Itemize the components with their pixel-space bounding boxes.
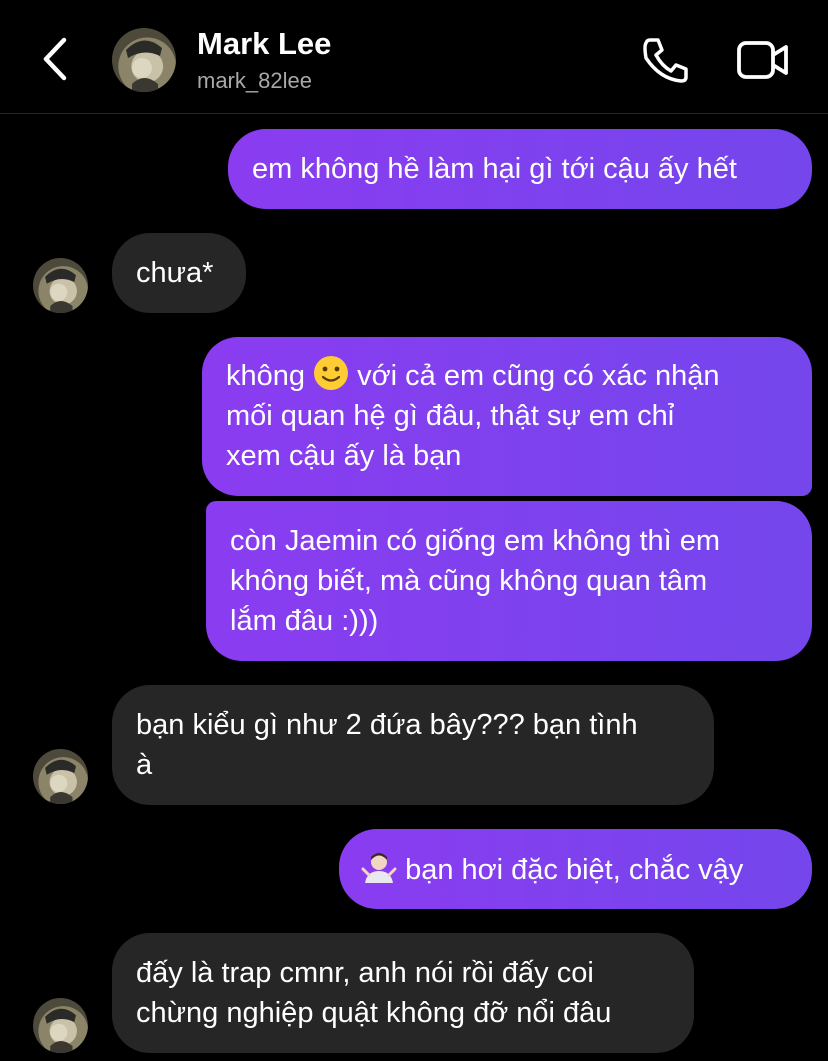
message-text: em không hề làm hại gì tới cậu ấy hết: [252, 153, 737, 185]
slightly-smiling-face-emoji: [314, 356, 349, 390]
contact-username: mark_82lee: [197, 68, 312, 93]
message-text: bạn hơi đặc biệt, chắc vậy: [405, 854, 744, 886]
avatar[interactable]: [112, 28, 176, 92]
video-camera-icon[interactable]: [736, 38, 790, 82]
outgoing-message[interactable]: không với cả em cũng có xác nhận mối qua…: [202, 337, 812, 496]
chat-header: Mark Lee mark_82lee: [0, 0, 828, 114]
outgoing-message[interactable]: em không hề làm hại gì tới cậu ấy hết: [228, 129, 812, 209]
message-text: không biết, mà cũng không quan tâm: [230, 565, 708, 597]
avatar[interactable]: [33, 998, 88, 1053]
incoming-message[interactable]: chưa*: [112, 233, 246, 313]
outgoing-message[interactable]: bạn hơi đặc biệt, chắc vậy: [339, 829, 812, 909]
incoming-message[interactable]: bạn kiểu gì như 2 đứa bây??? bạn tình à: [112, 685, 714, 805]
message-text: đấy là trap cmnr, anh nói rồi đấy coi: [136, 957, 594, 989]
incoming-message[interactable]: đấy là trap cmnr, anh nói rồi đấy coi ch…: [112, 933, 694, 1053]
avatar[interactable]: [33, 749, 88, 804]
message-text: lắm đâu :))): [230, 605, 379, 637]
message-text: với cả em cũng có xác nhận: [357, 360, 720, 392]
outgoing-message[interactable]: còn Jaemin có giống em không thì em khôn…: [206, 501, 812, 661]
message-text: mối quan hệ gì đâu, thật sự em chỉ: [226, 400, 675, 432]
message-text: không: [226, 360, 306, 392]
message-text: xem cậu ấy là bạn: [226, 440, 462, 472]
message-text: chừng nghiệp quật không đỡ nổi đâu: [136, 997, 612, 1029]
chevron-left-icon[interactable]: [38, 36, 74, 82]
person-shrugging-emoji: [361, 853, 397, 883]
avatar[interactable]: [33, 258, 88, 313]
phone-icon[interactable]: [640, 36, 690, 84]
message-text: bạn kiểu gì như 2 đứa bây??? bạn tình: [136, 709, 638, 741]
contact-name[interactable]: Mark Lee: [197, 26, 331, 62]
message-text: còn Jaemin có giống em không thì em: [230, 525, 721, 557]
message-text: chưa*: [136, 257, 214, 289]
message-text: à: [136, 749, 153, 781]
